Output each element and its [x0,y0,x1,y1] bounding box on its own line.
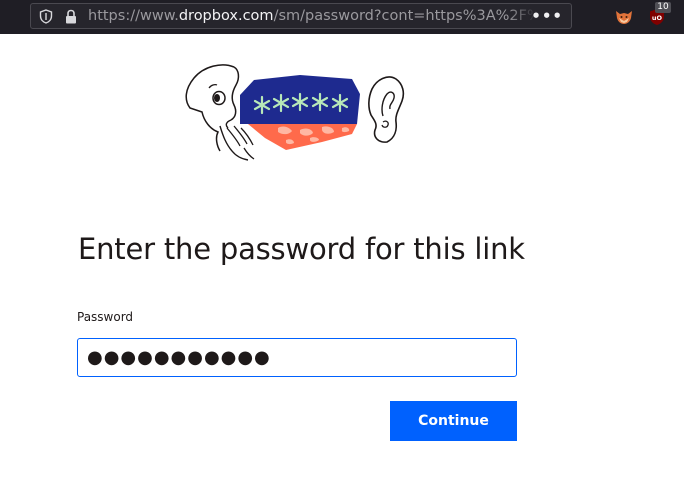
fox-extension-icon[interactable] [614,7,634,27]
lock-icon[interactable] [65,9,77,24]
password-label: Password [77,310,134,324]
url-domain: dropbox.com [178,8,274,24]
more-icon[interactable]: ••• [531,6,563,26]
url-path: /sm/password?cont=https%3A%2F%2 [273,8,536,24]
address-bar[interactable]: https://www.dropbox.com/sm/password?cont… [30,3,572,29]
url-text[interactable]: https://www.dropbox.com/sm/password?cont… [88,8,536,25]
extension-badge: 10 [655,2,671,13]
shield-icon[interactable] [39,9,53,24]
continue-button[interactable]: Continue [390,401,517,441]
browser-toolbar: https://www.dropbox.com/sm/password?cont… [0,0,684,34]
url-prefix: https://www. [88,8,179,24]
password-illustration [185,64,405,161]
password-input[interactable] [77,338,517,377]
svg-text:uO: uO [652,14,663,22]
page-title: Enter the password for this link [78,232,525,266]
